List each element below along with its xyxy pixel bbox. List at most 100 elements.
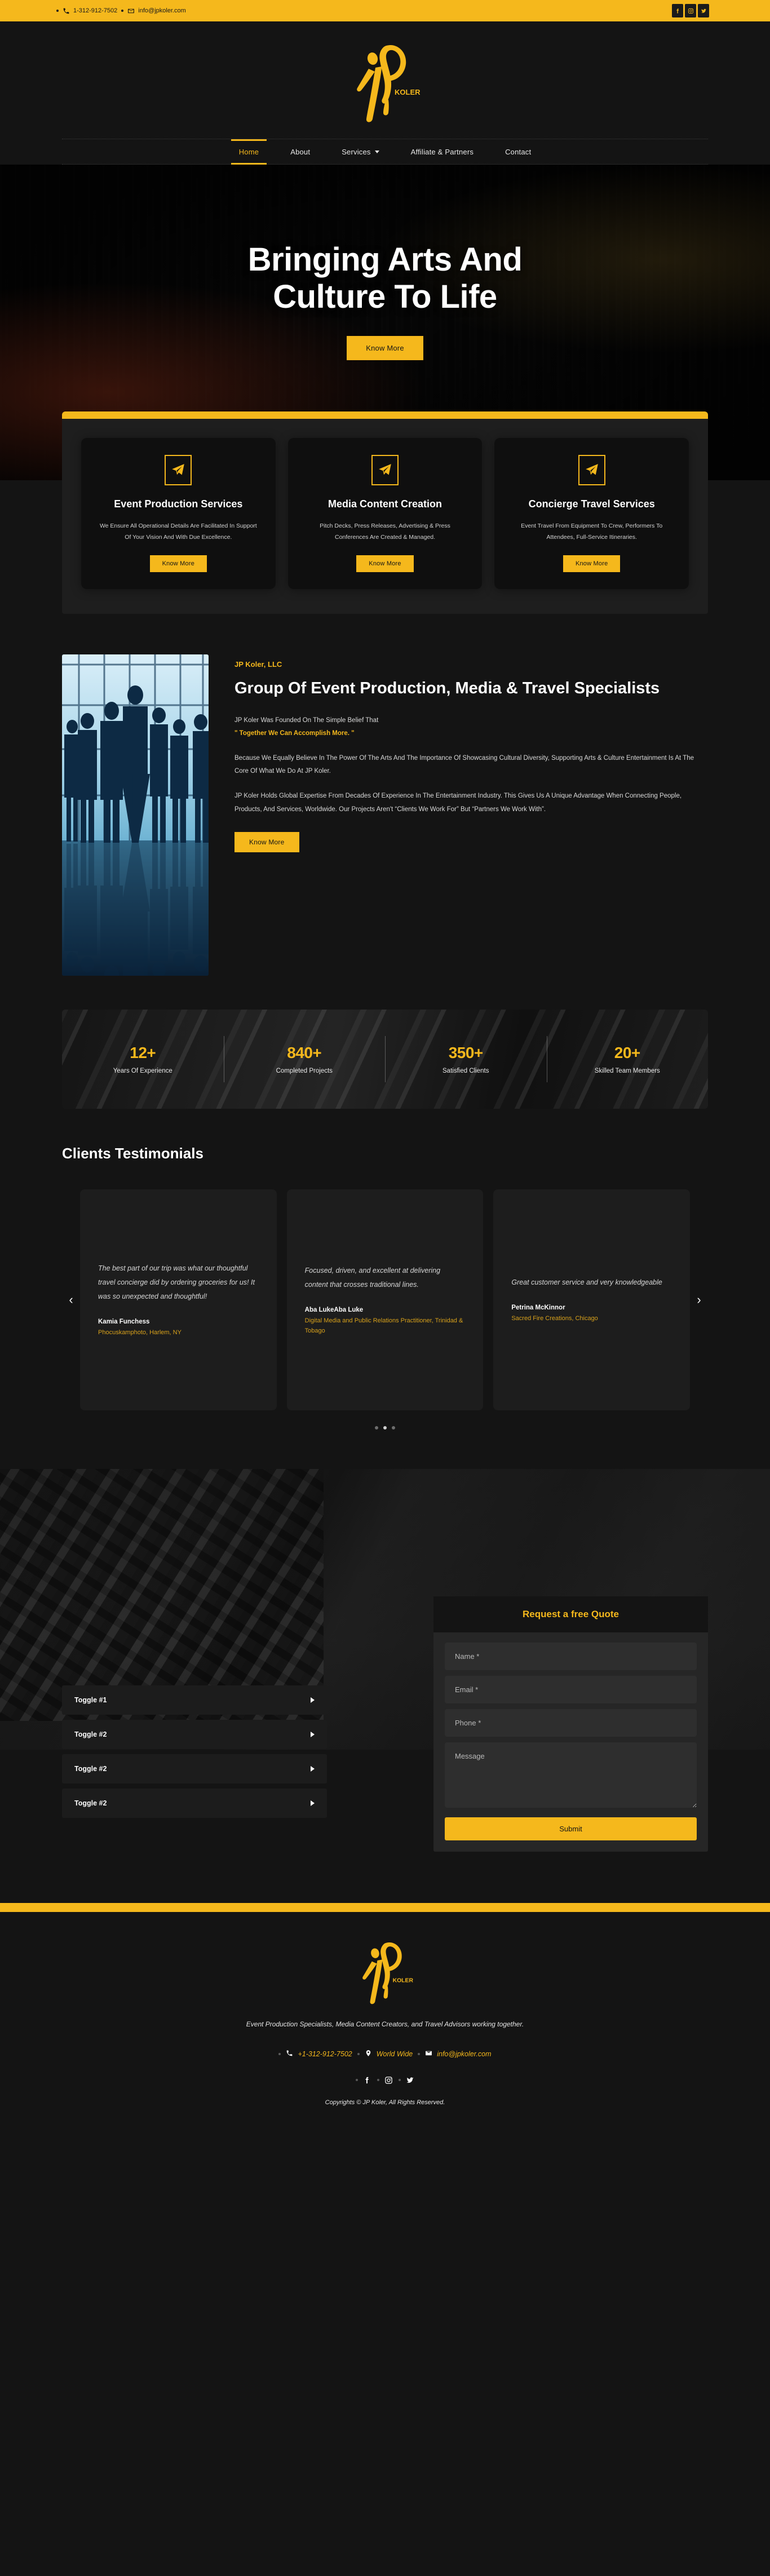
chevron-right-icon: [311, 1732, 315, 1738]
testimonial-quote: Focused, driven, and excellent at delive…: [304, 1267, 441, 1289]
service-card[interactable]: Event Production Services We Ensure All …: [81, 438, 276, 590]
nav-label-contact: Contact: [505, 147, 532, 156]
testimonial-quote: The best part of our trip was what our t…: [98, 1264, 255, 1301]
hero-title: Bringing Arts And Culture To Life: [0, 241, 770, 316]
site-footer: KOLER Event Production Specialists, Medi…: [0, 1912, 770, 2129]
footer-location-link[interactable]: World Wide: [365, 2050, 413, 2059]
service-card-title: Event Production Services: [114, 498, 243, 510]
instagram-icon[interactable]: [384, 2075, 393, 2084]
facebook-icon[interactable]: [672, 4, 683, 17]
service-card[interactable]: Concierge Travel Services Event Travel F…: [494, 438, 689, 590]
testimonial-card: Focused, driven, and excellent at delive…: [286, 1189, 484, 1411]
about-paragraph-1: JP Koler Was Founded On The Simple Belie…: [234, 714, 708, 741]
email-field[interactable]: [445, 1676, 697, 1704]
carousel-dot-1[interactable]: [375, 1426, 378, 1430]
map-pin-icon: [365, 2050, 372, 2059]
site-logo[interactable]: KOLER: [348, 39, 422, 124]
twitter-icon[interactable]: [698, 4, 709, 17]
carousel-dot-3[interactable]: [392, 1426, 395, 1430]
testimonial-author-role: Phocuskamphoto, Harlem, NY: [98, 1329, 182, 1336]
footer-email-link[interactable]: info@jpkoler.com: [425, 2050, 492, 2059]
hero-know-more-button[interactable]: Know More: [347, 336, 423, 361]
services-card-row: Event Production Services We Ensure All …: [62, 419, 708, 614]
footer-phone-text: +1-312-912-7502: [298, 2050, 352, 2059]
carousel-dots: [62, 1426, 708, 1430]
quote-section-content: Toggle #1 Toggle #2 Toggle #2 Toggle #2 …: [0, 1469, 770, 1852]
bullet-separator-icon: [278, 2053, 281, 2056]
paper-plane-icon: [165, 455, 192, 485]
stat-label: Completed Projects: [276, 1068, 333, 1075]
logo-wordmark: KOLER: [395, 88, 421, 96]
instagram-icon[interactable]: [685, 4, 696, 17]
nav-item-affiliate-partners[interactable]: Affiliate & Partners: [395, 140, 489, 163]
footer-social-row: [62, 2075, 708, 2084]
about-text-column: JP Koler, LLC Group Of Event Production,…: [234, 654, 708, 976]
name-field[interactable]: [445, 1643, 697, 1671]
paper-plane-icon: [578, 455, 605, 485]
topbar-social-group: [672, 4, 709, 17]
stat-label: Skilled Team Members: [594, 1068, 660, 1075]
testimonial-card: The best part of our trip was what our t…: [80, 1189, 277, 1411]
nav-item-contact[interactable]: Contact: [489, 140, 547, 163]
about-paragraph-2: Because We Equally Believe In The Power …: [234, 754, 694, 775]
topbar-email-link[interactable]: info@jpkoler.com: [127, 7, 186, 15]
nav-item-home[interactable]: Home: [223, 139, 275, 165]
hero-content: Bringing Arts And Culture To Life Know M…: [0, 165, 770, 361]
service-card[interactable]: Media Content Creation Pitch Decks, Pres…: [287, 438, 483, 590]
phone-field[interactable]: [445, 1709, 697, 1737]
stat-value: 12+: [130, 1044, 156, 1062]
toggle-item[interactable]: Toggle #2: [62, 1789, 327, 1818]
toggle-label: Toggle #2: [74, 1765, 107, 1773]
stat-item: 12+ Years Of Experience: [62, 1044, 224, 1074]
footer-phone-link[interactable]: +1-312-912-7502: [286, 2050, 352, 2059]
service-know-more-button[interactable]: Know More: [563, 555, 621, 573]
message-field[interactable]: [445, 1742, 697, 1808]
nav-label-affiliate: Affiliate & Partners: [410, 147, 474, 156]
carousel-prev-button[interactable]: ‹: [62, 1294, 80, 1306]
phone-icon: [63, 7, 70, 15]
stats-bar: 12+ Years Of Experience 840+ Completed P…: [62, 1010, 708, 1109]
services-accent-bar: [62, 411, 708, 419]
chevron-right-icon: [311, 1800, 315, 1807]
toggle-item[interactable]: Toggle #1: [62, 1685, 327, 1715]
testimonial-author-name: Aba LukeAba Luke: [304, 1307, 364, 1314]
footer-logo-wordmark: KOLER: [393, 1978, 414, 1984]
bullet-separator-icon: [121, 10, 124, 12]
bullet-separator-icon: [418, 2053, 421, 2056]
paper-plane-icon: [371, 455, 399, 485]
twitter-icon[interactable]: [406, 2075, 415, 2084]
nav-list: Home About Services Affiliate & Partners…: [223, 139, 547, 165]
carousel-next-button[interactable]: ›: [690, 1294, 708, 1306]
testimonial-author-role: Digital Media and Public Relations Pract…: [304, 1317, 463, 1334]
about-heading: Group Of Event Production, Media & Trave…: [234, 679, 660, 698]
about-section: JP Koler, LLC Group Of Event Production,…: [0, 614, 770, 1010]
footer-location-text: World Wide: [376, 2050, 413, 2059]
submit-button[interactable]: Submit: [445, 1817, 697, 1841]
service-know-more-button[interactable]: Know More: [149, 555, 207, 573]
footer-contact-row: +1-312-912-7502 World Wide info@jpkoler.…: [62, 2050, 708, 2059]
nav-item-about[interactable]: About: [275, 140, 326, 163]
envelope-icon: [127, 7, 135, 15]
toggle-item[interactable]: Toggle #2: [62, 1720, 327, 1750]
services-section: Event Production Services We Ensure All …: [62, 411, 708, 614]
service-know-more-button[interactable]: Know More: [356, 555, 414, 573]
topbar-phone-text: 1-312-912-7502: [73, 7, 118, 14]
bullet-separator-icon: [398, 2079, 401, 2082]
stats-section: 12+ Years Of Experience 840+ Completed P…: [0, 1010, 770, 1145]
toggle-label: Toggle #2: [74, 1799, 107, 1808]
testimonials-section: Clients Testimonials ‹ The best part of …: [0, 1145, 770, 1470]
topbar-contact-group: 1-312-912-7502 info@jpkoler.com: [56, 7, 186, 15]
carousel-dot-2[interactable]: [383, 1426, 387, 1430]
stat-value: 840+: [287, 1044, 322, 1062]
quote-form-fields: Submit: [433, 1632, 708, 1843]
toggle-item[interactable]: Toggle #2: [62, 1754, 327, 1784]
request-quote-form: Request a free Quote Submit: [433, 1596, 708, 1852]
facebook-icon[interactable]: [363, 2075, 372, 2084]
testimonial-card: Great customer service and very knowledg…: [493, 1189, 691, 1411]
about-know-more-button[interactable]: Know More: [234, 832, 299, 853]
nav-item-services[interactable]: Services: [326, 140, 395, 163]
footer-logo[interactable]: KOLER: [62, 1938, 708, 2006]
about-paragraph-3: JP Koler Holds Global Expertise From Dec…: [234, 793, 682, 813]
topbar-phone-link[interactable]: 1-312-912-7502: [63, 7, 117, 15]
nav-label-home: Home: [238, 147, 259, 156]
